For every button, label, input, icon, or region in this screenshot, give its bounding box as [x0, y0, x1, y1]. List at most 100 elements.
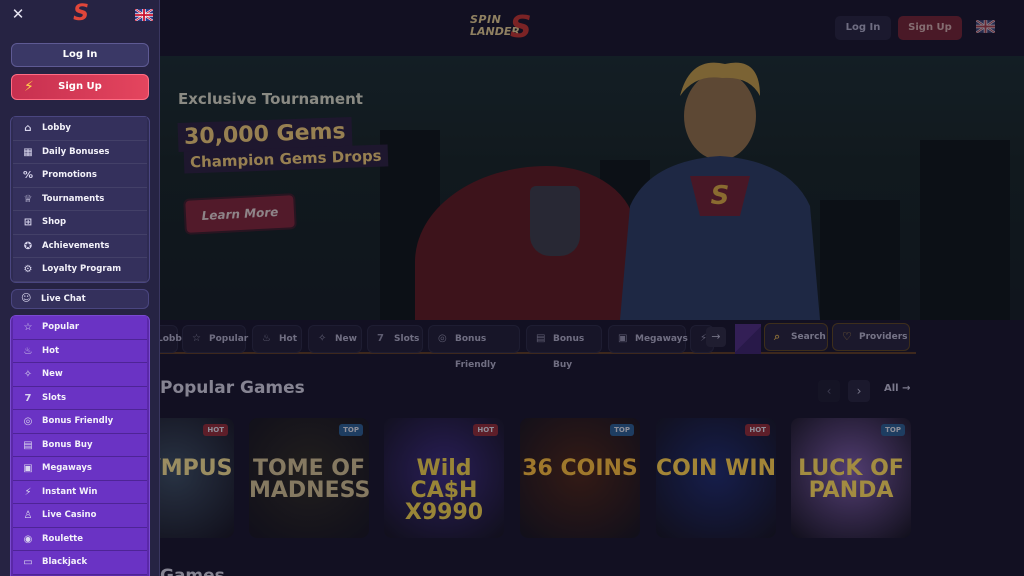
sidebar-item-promotions[interactable]: % Promotions: [13, 164, 147, 188]
gear-icon: ⚙: [23, 264, 33, 275]
sidebar-item-roulette[interactable]: ◉ Roulette: [13, 527, 147, 551]
sidebar-item-popular[interactable]: ☆ Popular: [13, 316, 147, 340]
hero-banner[interactable]: S Exclusive Tournament 30,000 Gems Champ…: [160, 56, 1024, 320]
sidebar-item-label: Tournaments: [42, 193, 105, 204]
megaways-icon: ▣: [618, 333, 628, 344]
category-scroll-right-button[interactable]: →: [706, 327, 726, 347]
cart-icon: ⊞: [23, 217, 33, 228]
percent-icon: %: [22, 170, 34, 181]
flame-icon: ♨: [23, 345, 33, 357]
sidebar-item-label: Promotions: [42, 170, 97, 180]
game-tile[interactable]: Wild CA$H X9990 HOT: [384, 418, 504, 538]
sidebar-item-live-chat[interactable]: ☺ Live Chat: [11, 289, 149, 309]
category-tab-bonus-friendly[interactable]: ◎ Bonus Friendly: [428, 325, 520, 370]
sidebar-item-label: Blackjack: [42, 557, 88, 567]
trophy-icon: ♕: [23, 193, 33, 205]
category-bar-accent: [735, 324, 761, 354]
all-label: All: [884, 383, 899, 394]
game-tile[interactable]: COIN WIN HOT: [656, 418, 776, 538]
city-building: [920, 140, 1010, 320]
hero-subtitle: Exclusive Tournament: [178, 90, 363, 108]
uk-flag-icon[interactable]: [135, 9, 153, 21]
sidebar-signup-button[interactable]: ⚡ Sign Up: [11, 74, 149, 100]
sidebar-item-bonus-buy[interactable]: ▤ Bonus Buy: [13, 433, 147, 457]
sidebar-item-label: Popular: [42, 322, 80, 332]
sidebar-item-live-casino[interactable]: ♙ Live Casino: [13, 504, 147, 528]
providers-icon: ♡: [842, 330, 852, 343]
sidebar-item-label: Shop: [42, 217, 67, 227]
category-label: Slots: [394, 334, 420, 344]
game-tile[interactable]: TOME OF MADNESS TOP: [249, 418, 369, 538]
games-next-button[interactable]: ›: [848, 380, 870, 402]
sidebar-item-label: Bonus Buy: [42, 439, 93, 450]
sidebar-item-label: New: [42, 369, 63, 379]
sidebar-item-achievements[interactable]: ✪ Achievements: [13, 234, 147, 258]
sidebar-item-lobby[interactable]: ⌂ Lobby: [13, 117, 147, 141]
sidebar-item-label: Roulette: [42, 533, 84, 544]
all-games-link[interactable]: All →: [884, 383, 910, 394]
popular-games-title: Popular Games: [160, 378, 305, 398]
sidebar-item-megaways[interactable]: ▣ Megaways: [13, 457, 147, 481]
game-tile[interactable]: 36 COINS TOP: [520, 418, 640, 538]
brand-mark: S: [510, 10, 532, 45]
sidebar-item-instant-win[interactable]: ⚡ Instant Win: [13, 480, 147, 504]
new-tag-icon: ✧: [23, 369, 33, 380]
user-icon: ♙: [23, 510, 33, 521]
sidebar-login-button[interactable]: Log In: [11, 43, 149, 67]
sidebar-item-tournaments[interactable]: ♕ Tournaments: [13, 187, 147, 211]
flame-icon: ♨: [262, 333, 271, 344]
header-login-button[interactable]: Log In: [835, 16, 891, 40]
sidebar-menu: ✕ S Log In ⚡ Sign Up ⌂ Lobby ▦ Daily Bonuses…: [0, 0, 160, 576]
sidebar-games-group: ☆ Popular ♨ Hot ✧ New 7 Slots ◎ Bonus Friendly ▤ Bo…: [10, 315, 150, 576]
search-label: Search: [791, 332, 826, 342]
game-title: COIN WIN: [656, 456, 776, 481]
category-tab-new[interactable]: ✧ New: [308, 325, 362, 353]
sidebar-item-daily-bonuses[interactable]: ▦ Daily Bonuses: [13, 140, 147, 164]
search-button[interactable]: ⌕ Search: [764, 323, 828, 351]
sidebar-item-label: Hot: [42, 345, 60, 356]
category-tab-hot[interactable]: ♨ Hot: [252, 325, 302, 353]
sidebar-item-blackjack[interactable]: ▭ Blackjack: [13, 551, 147, 575]
sidebar-item-loyalty-program[interactable]: ⚙ Loyalty Program: [13, 258, 147, 282]
chat-icon: ☺: [21, 293, 32, 304]
new-tag-icon: ✧: [318, 333, 327, 344]
signup-label: Sign Up: [58, 81, 102, 92]
category-tab-megaways[interactable]: ▣ Megaways: [608, 325, 688, 353]
home-icon: ⌂: [24, 123, 32, 134]
sidebar-item-hot[interactable]: ♨ Hot: [13, 339, 147, 363]
sidebar-item-label: Live Chat: [41, 294, 86, 304]
games-prev-button[interactable]: ‹: [818, 380, 840, 402]
game-badge: TOP: [881, 424, 905, 436]
sidebar-main-group: ⌂ Lobby ▦ Daily Bonuses% Promotions ♕ Tourname…: [10, 116, 150, 283]
sidebar-item-label: Live Casino: [42, 510, 97, 520]
sidebar-logo[interactable]: S: [66, 2, 96, 26]
uk-flag-icon[interactable]: [976, 20, 995, 33]
game-tile[interactable]: LUCK OF PANDA TOP: [791, 418, 911, 538]
sidebar-item-slots[interactable]: 7 Slots: [13, 386, 147, 410]
hero-drink: [530, 186, 580, 256]
game-title: LUCK OF PANDA: [798, 456, 904, 503]
category-label: Hot: [279, 334, 298, 344]
game-badge: TOP: [339, 424, 363, 436]
learn-more-button[interactable]: Learn More: [183, 193, 297, 235]
sidebar-item-shop[interactable]: ⊞ Shop: [13, 211, 147, 235]
sidebar-item-label: Slots: [42, 392, 66, 403]
calendar-icon: ▦: [23, 146, 33, 158]
providers-button[interactable]: ♡ Providers: [832, 323, 910, 351]
sidebar-item-bonus-friendly[interactable]: ◎ Bonus Friendly: [13, 410, 147, 434]
game-badge: HOT: [473, 424, 498, 436]
category-label: Bonus Buy: [553, 334, 585, 370]
category-tab-slots[interactable]: 7 Slots: [367, 325, 423, 353]
game-badge: HOT: [745, 424, 770, 436]
category-tab-bonus-buy[interactable]: ▤ Bonus Buy: [526, 325, 602, 370]
sidebar-item-new[interactable]: ✧ New: [13, 363, 147, 387]
brand-logo[interactable]: SPIN LANDER S: [470, 10, 556, 46]
game-title: 36 COINS: [522, 456, 638, 481]
close-icon[interactable]: ✕: [10, 6, 26, 22]
header-signup-button[interactable]: Sign Up: [898, 16, 962, 40]
category-tab-popular[interactable]: ☆ Popular: [182, 325, 248, 353]
game-title: Wild CA$H X9990: [404, 456, 484, 525]
bag-icon: ▤: [536, 333, 546, 344]
bag-icon: ▤: [23, 439, 33, 451]
bonus-icon: ◎: [438, 333, 447, 344]
